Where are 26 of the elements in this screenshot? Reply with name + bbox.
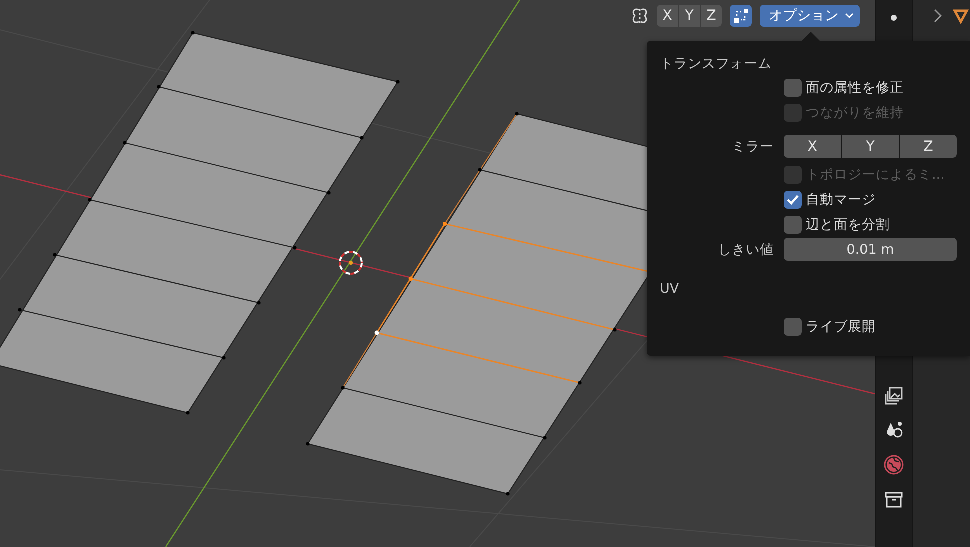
axis-toggle[interactable]: Z [701,5,722,27]
field-label: ミラー [731,138,775,156]
checkbox-option[interactable]: 面の属性を修正 [784,78,904,96]
shading-icon[interactable] [884,420,904,440]
triangle-icon [953,8,969,24]
checkbox-option[interactable]: 辺と面を分割 [784,216,890,234]
archive-box-icon[interactable] [884,490,904,510]
options-dropdown[interactable]: オプション [760,5,860,27]
checkbox-option[interactable]: ライブ展開 [784,318,876,336]
axis-toggle[interactable]: X [657,5,678,27]
mirror-axis-toggle[interactable]: X [784,135,841,158]
mirror-axis-toggle[interactable]: Z [900,135,957,158]
field-label: しきい値 [717,240,775,258]
axis-toggle[interactable]: Y [679,5,700,27]
threshold-field[interactable]: 0.01 m [784,238,957,261]
chevron-right-icon[interactable] [933,8,943,24]
3d-cursor-icon [339,251,363,275]
section-title: トランスフォーム [660,55,773,74]
caret-icon [845,13,854,19]
image-stack-icon[interactable] [884,386,904,406]
mirror-axis-toggle[interactable]: Y [842,135,899,158]
butterfly-icon[interactable] [631,7,649,25]
section-title: UV [660,280,680,299]
checkbox-option[interactable]: 自動マージ [784,190,876,208]
snap-toggle[interactable] [730,5,752,27]
globe-icon[interactable] [883,454,905,476]
